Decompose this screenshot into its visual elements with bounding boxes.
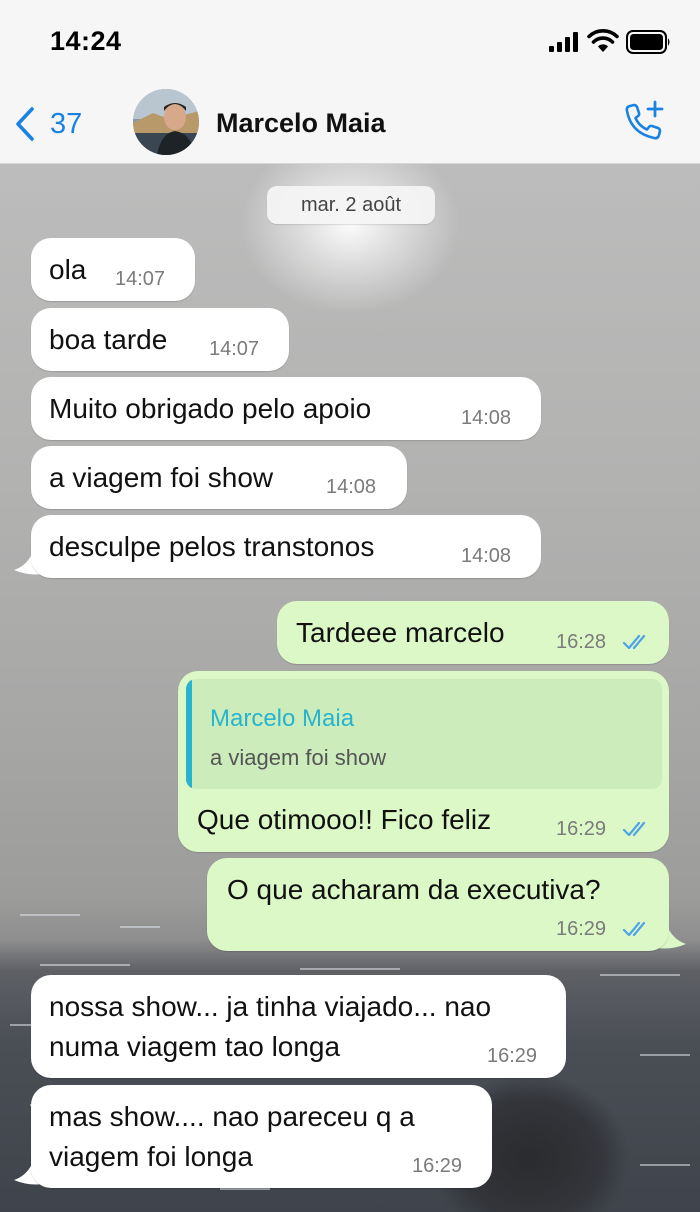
incoming-message[interactable]: boa tarde 14:07 — [31, 308, 289, 371]
message-text-line: nossa show... ja tinha viajado... nao — [49, 991, 492, 1022]
message-text-line: numa viagem tao longa — [49, 1031, 341, 1062]
message-text: desculpe pelos transtonos — [49, 531, 375, 562]
cellular-signal-icon — [549, 32, 579, 54]
phone-plus-icon — [625, 100, 664, 140]
message-time: 14:07 — [209, 338, 260, 360]
read-receipt-icon — [622, 634, 646, 650]
incoming-message[interactable]: desculpe pelos transtonos 14:08 — [31, 515, 541, 578]
message-time: 14:08 — [461, 545, 512, 567]
incoming-message[interactable]: a viagem foi show 14:08 — [31, 446, 407, 509]
unread-count: 37 — [50, 107, 83, 140]
status-bar: 14:24 — [0, 0, 700, 82]
contact-name[interactable]: Marcelo Maia — [216, 108, 386, 139]
message-text: ola — [49, 254, 87, 285]
incoming-message[interactable]: nossa show... ja tinha viajado... nao nu… — [31, 975, 566, 1078]
message-text: a viagem foi show — [49, 462, 274, 493]
message-time: 16:29 — [556, 818, 607, 840]
message-text-line: mas show.... nao pareceu q a — [49, 1101, 415, 1132]
incoming-message[interactable]: ola 14:07 — [31, 238, 195, 301]
message-text: Muito obrigado pelo apoio — [49, 393, 372, 424]
battery-icon — [626, 30, 670, 54]
outgoing-message[interactable]: O que acharam da executiva? 16:29 — [207, 858, 669, 951]
quote-author: Marcelo Maia — [210, 705, 355, 732]
add-call-button[interactable] — [618, 98, 668, 148]
message-text: Tardeee marcelo — [296, 617, 505, 648]
quoted-message[interactable]: Marcelo Maia a viagem foi show — [186, 679, 662, 789]
status-time: 14:24 — [50, 26, 122, 56]
quote-text: a viagem foi show — [210, 745, 387, 770]
outgoing-reply-message[interactable]: Marcelo Maia a viagem foi show Que otimo… — [178, 671, 669, 852]
incoming-message[interactable]: Muito obrigado pelo apoio 14:08 — [31, 377, 541, 440]
outgoing-message[interactable]: Tardeee marcelo 16:28 — [277, 601, 669, 664]
contact-avatar[interactable] — [133, 89, 199, 155]
message-time: 14:08 — [461, 407, 512, 429]
message-time: 14:07 — [115, 268, 166, 290]
message-time: 14:08 — [326, 476, 377, 498]
wifi-icon — [587, 29, 619, 52]
back-button[interactable]: 37 — [14, 104, 104, 144]
message-text-line: viagem foi longa — [49, 1141, 253, 1172]
message-text: O que acharam da executiva? — [227, 874, 601, 905]
quote-accent-bar — [186, 679, 192, 789]
message-time: 16:29 — [487, 1045, 538, 1067]
message-text: boa tarde — [49, 324, 168, 355]
read-receipt-icon — [622, 821, 646, 837]
chat-header: 37 Marcelo Maia — [0, 82, 700, 164]
message-time: 16:29 — [556, 918, 607, 940]
chat-area[interactable]: mar. 2 août ola 14:07 boa tarde 14:07 Mu… — [0, 164, 700, 1212]
message-text: Que otimooo!! Fico feliz — [197, 804, 492, 835]
date-separator: mar. 2 août — [267, 186, 435, 224]
read-receipt-icon — [622, 921, 646, 937]
message-time: 16:29 — [412, 1155, 463, 1177]
incoming-message[interactable]: mas show.... nao pareceu q a viagem foi … — [31, 1085, 492, 1188]
chevron-left-icon — [16, 107, 34, 141]
message-time: 16:28 — [556, 631, 607, 653]
